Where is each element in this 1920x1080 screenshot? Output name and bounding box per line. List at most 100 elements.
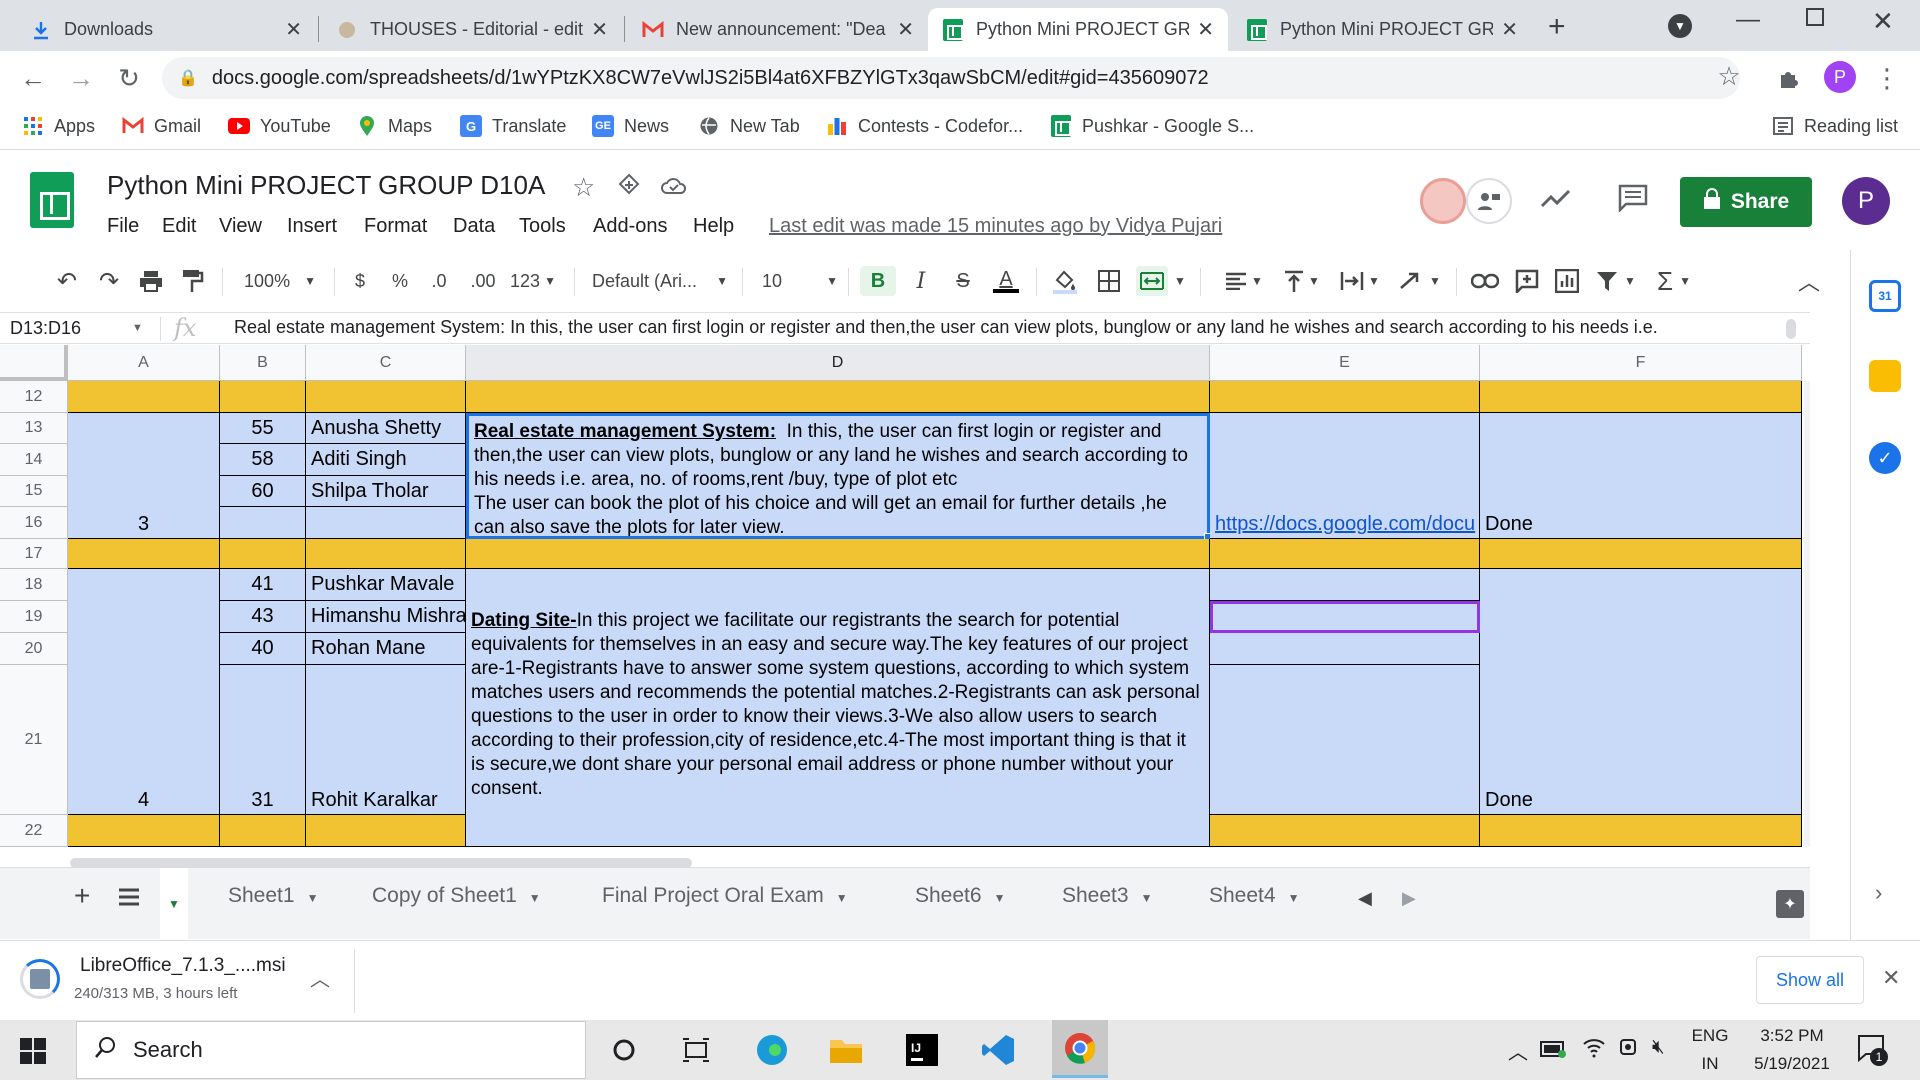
wifi-icon[interactable] xyxy=(1582,1036,1606,1063)
cell-a18-group-number[interactable]: 4 xyxy=(68,569,220,815)
active-sheet-dropdown-icon[interactable]: ▼ xyxy=(160,868,188,940)
menu-addons[interactable]: Add-ons xyxy=(593,215,668,238)
bookmark-pushkar-sheet[interactable]: Pushkar - Google S... xyxy=(1050,115,1254,137)
zoom-select[interactable]: 100% ▼ xyxy=(240,266,320,296)
profile-avatar[interactable]: P xyxy=(1824,61,1856,93)
menu-format[interactable]: Format xyxy=(364,215,427,238)
cell-a13-group-number[interactable]: 3 xyxy=(68,413,220,539)
extensions-icon[interactable] xyxy=(1772,61,1806,95)
cell-c22[interactable] xyxy=(306,815,466,847)
activity-trend-icon[interactable] xyxy=(1540,186,1572,215)
cell-b21-roll[interactable]: 31 xyxy=(220,665,306,815)
column-header-b[interactable]: B xyxy=(220,345,306,381)
add-sheet-icon[interactable]: + xyxy=(74,880,90,912)
chrome-taskbar-icon[interactable] xyxy=(1052,1020,1108,1078)
vertical-scrollbar-track[interactable] xyxy=(1804,381,1810,847)
column-header-d[interactable]: D xyxy=(466,345,1210,381)
cell-a12[interactable] xyxy=(68,381,220,413)
filter-icon[interactable]: ▼ xyxy=(1594,266,1638,296)
menu-help[interactable]: Help xyxy=(693,215,734,238)
chrome-menu-icon[interactable]: ⋮ xyxy=(1870,61,1904,95)
cell-c13-name[interactable]: Anusha Shetty xyxy=(306,413,466,444)
column-header-f[interactable]: F xyxy=(1480,345,1802,381)
percent-format-button[interactable]: % xyxy=(390,266,410,296)
language-indicator[interactable]: ENG IN xyxy=(1690,1026,1730,1074)
cell-c12[interactable] xyxy=(306,381,466,413)
tab-search-icon[interactable]: ▼ xyxy=(1668,14,1692,38)
all-sheets-icon[interactable] xyxy=(118,888,140,911)
doc-title[interactable]: Python Mini PROJECT GROUP D10A xyxy=(107,170,545,201)
row-header-20[interactable]: 20 xyxy=(0,633,68,665)
bookmark-star-icon[interactable]: ☆ xyxy=(1712,59,1746,93)
decrease-decimal-button[interactable]: .0 xyxy=(426,266,452,296)
reading-list[interactable]: Reading list xyxy=(1772,115,1898,137)
window-close-icon[interactable]: ✕ xyxy=(1872,6,1894,37)
cell-b16[interactable] xyxy=(220,507,306,539)
cell-b20-roll[interactable]: 40 xyxy=(220,633,306,665)
new-tab-icon[interactable]: + xyxy=(1548,10,1566,44)
meet-now-icon[interactable] xyxy=(1618,1036,1640,1063)
star-icon[interactable]: ☆ xyxy=(572,172,595,203)
bookmark-gmail[interactable]: Gmail xyxy=(122,115,201,137)
row-header-18[interactable]: 18 xyxy=(0,569,68,601)
row-header-17[interactable]: 17 xyxy=(0,539,68,569)
bookmark-codeforces[interactable]: Contests - Codefor... xyxy=(826,115,1023,137)
cell-d13-project-description[interactable]: Real estate management System: In this, … xyxy=(466,413,1210,539)
cell-c16[interactable] xyxy=(306,507,466,539)
share-button[interactable]: Share xyxy=(1680,177,1812,227)
column-header-a[interactable]: A xyxy=(68,345,220,381)
font-size-select[interactable]: 10 ▼ xyxy=(762,266,838,296)
tab-python-project-active[interactable]: Python Mini PROJECT GRO ✕ xyxy=(928,8,1228,51)
chevron-down-icon[interactable]: ▼ xyxy=(132,322,143,334)
paint-format-icon[interactable] xyxy=(178,266,208,296)
close-icon[interactable]: ✕ xyxy=(897,17,914,42)
cell-e22[interactable] xyxy=(1210,815,1480,847)
vertical-align-icon[interactable]: ▼ xyxy=(1280,266,1324,296)
text-rotation-icon[interactable]: ▼ xyxy=(1396,266,1444,296)
calendar-icon[interactable]: 31 xyxy=(1869,280,1901,312)
menu-tools[interactable]: Tools xyxy=(519,215,566,238)
font-family-select[interactable]: Default (Ari... ▼ xyxy=(592,266,728,296)
cell-e18[interactable] xyxy=(1210,569,1480,601)
restore-icon[interactable] xyxy=(1806,8,1824,26)
merge-cells-icon[interactable] xyxy=(1136,266,1168,296)
account-avatar[interactable]: P xyxy=(1842,177,1890,225)
cell-b19-roll[interactable]: 43 xyxy=(220,601,306,633)
row-header-19[interactable]: 19 xyxy=(0,601,68,633)
edge-browser-icon[interactable] xyxy=(752,1030,792,1070)
bookmark-apps[interactable]: Apps xyxy=(22,115,95,137)
present-to-meeting-icon[interactable] xyxy=(1466,178,1512,224)
task-view-icon[interactable] xyxy=(676,1030,716,1070)
cell-b12[interactable] xyxy=(220,381,306,413)
close-icon[interactable]: ✕ xyxy=(285,17,302,42)
row-header-22[interactable]: 22 xyxy=(0,815,68,847)
hide-menus-chevron-up-icon[interactable]: ︿ xyxy=(1794,266,1824,296)
cell-e13-link[interactable]: https://docs.google.com/docu xyxy=(1210,413,1480,539)
taskbar-search-box[interactable]: Search xyxy=(76,1021,586,1079)
insert-chart-icon[interactable] xyxy=(1552,266,1582,296)
cell-f22[interactable] xyxy=(1480,815,1802,847)
cell-e20[interactable] xyxy=(1210,633,1480,665)
show-all-downloads-button[interactable]: Show all xyxy=(1756,956,1864,1004)
tab-gmail[interactable]: New announcement: "Dea ✕ xyxy=(628,8,928,51)
file-explorer-icon[interactable] xyxy=(826,1030,866,1070)
row-header-16[interactable]: 16 xyxy=(0,507,68,539)
cell-a22[interactable] xyxy=(68,815,220,847)
text-wrapping-icon[interactable]: ▼ xyxy=(1338,266,1382,296)
cell-b17[interactable] xyxy=(220,539,306,569)
row-header-13[interactable]: 13 xyxy=(0,413,68,444)
cloud-saved-icon[interactable] xyxy=(660,174,688,201)
insert-comment-icon[interactable] xyxy=(1512,266,1542,296)
functions-sigma-icon[interactable]: Σ ▼ xyxy=(1652,266,1696,296)
strikethrough-button[interactable]: S xyxy=(948,266,978,296)
italic-button[interactable]: I xyxy=(906,266,936,296)
select-all-corner[interactable] xyxy=(0,345,68,381)
reload-icon[interactable]: ↻ xyxy=(112,61,146,95)
insert-link-icon[interactable] xyxy=(1470,266,1500,296)
cell-e21[interactable] xyxy=(1210,665,1480,815)
explore-icon[interactable]: ✦ xyxy=(1776,890,1804,918)
expand-panel-chevron-icon[interactable]: › xyxy=(1875,880,1882,906)
back-icon[interactable]: ← xyxy=(16,61,50,95)
comments-icon[interactable] xyxy=(1618,184,1648,217)
cell-c21-name[interactable]: Rohit Karalkar xyxy=(306,665,466,815)
